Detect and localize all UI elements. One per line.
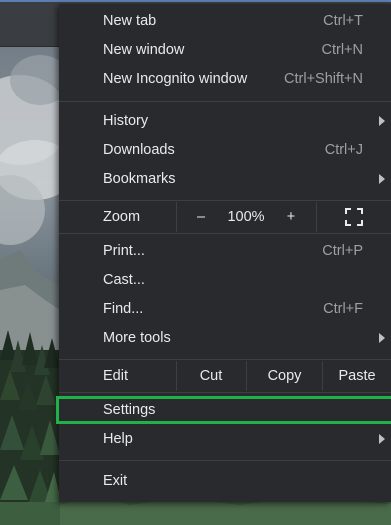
menu-item-label: New window — [103, 42, 185, 58]
chevron-right-icon — [379, 333, 385, 343]
menu-item-new-window[interactable]: New window Ctrl+N — [59, 37, 391, 65]
menu-item-label: History — [103, 113, 149, 129]
menu-item-shortcut: Ctrl+P — [322, 243, 363, 259]
zoom-label: Zoom — [103, 209, 141, 225]
menu-row-edit: Edit Cut Copy Paste — [59, 361, 391, 391]
menu-item-label: Help — [103, 431, 133, 447]
chevron-right-icon — [379, 116, 385, 126]
menu-separator — [59, 359, 391, 360]
toolbar-accent-line — [0, 0, 391, 2]
menu-item-label: Print... — [103, 243, 145, 259]
menu-separator — [59, 101, 391, 102]
menu-item-label: Downloads — [103, 142, 175, 158]
chevron-right-icon — [379, 434, 385, 444]
menu-item-bookmarks[interactable]: Bookmarks — [59, 166, 391, 194]
zoom-out-button[interactable]: – — [177, 202, 225, 232]
settings-highlight-box — [56, 396, 391, 424]
zoom-in-button[interactable]: + — [267, 202, 315, 232]
menu-item-label: Cast... — [103, 272, 145, 288]
menu-item-find[interactable]: Find... Ctrl+F — [59, 296, 391, 324]
chevron-right-icon — [379, 174, 385, 184]
menu-item-shortcut: Ctrl+J — [324, 142, 363, 158]
menu-item-shortcut: Ctrl+N — [321, 42, 364, 58]
menu-item-shortcut: Ctrl+F — [323, 301, 363, 317]
menu-item-exit[interactable]: Exit — [59, 468, 391, 496]
menu-separator — [59, 392, 391, 393]
edit-label: Edit — [103, 368, 128, 384]
menu-item-label: Exit — [103, 473, 128, 489]
menu-item-new-incognito-window[interactable]: New Incognito window Ctrl+Shift+N — [59, 66, 391, 94]
fullscreen-icon — [345, 208, 363, 226]
menu-separator — [59, 460, 391, 461]
menu-item-label: Bookmarks — [103, 171, 176, 187]
menu-item-history[interactable]: History — [59, 108, 391, 136]
desktop-screen: New tab Ctrl+T New window Ctrl+N New Inc… — [0, 0, 391, 525]
menu-item-shortcut: Ctrl+Shift+N — [284, 71, 363, 87]
menu-separator — [59, 233, 391, 234]
fullscreen-button[interactable] — [317, 202, 391, 232]
menu-item-label: New tab — [103, 13, 157, 29]
menu-separator — [59, 200, 391, 201]
paste-button[interactable]: Paste — [323, 361, 391, 391]
menu-item-shortcut: Ctrl+T — [323, 13, 363, 29]
menu-item-cast[interactable]: Cast... — [59, 267, 391, 295]
copy-button[interactable]: Copy — [247, 361, 322, 391]
menu-item-label: More tools — [103, 330, 171, 346]
menu-item-label: New Incognito window — [103, 71, 248, 87]
menu-item-print[interactable]: Print... Ctrl+P — [59, 238, 391, 266]
menu-item-help[interactable]: Help — [59, 426, 391, 454]
menu-item-downloads[interactable]: Downloads Ctrl+J — [59, 137, 391, 165]
menu-item-more-tools[interactable]: More tools — [59, 325, 391, 353]
browser-main-menu: New tab Ctrl+T New window Ctrl+N New Inc… — [59, 4, 391, 502]
menu-row-zoom: Zoom – 100% + — [59, 202, 391, 232]
menu-item-label: Find... — [103, 301, 144, 317]
zoom-level: 100% — [227, 209, 265, 225]
cut-button[interactable]: Cut — [177, 361, 245, 391]
menu-item-new-tab[interactable]: New tab Ctrl+T — [59, 8, 391, 36]
